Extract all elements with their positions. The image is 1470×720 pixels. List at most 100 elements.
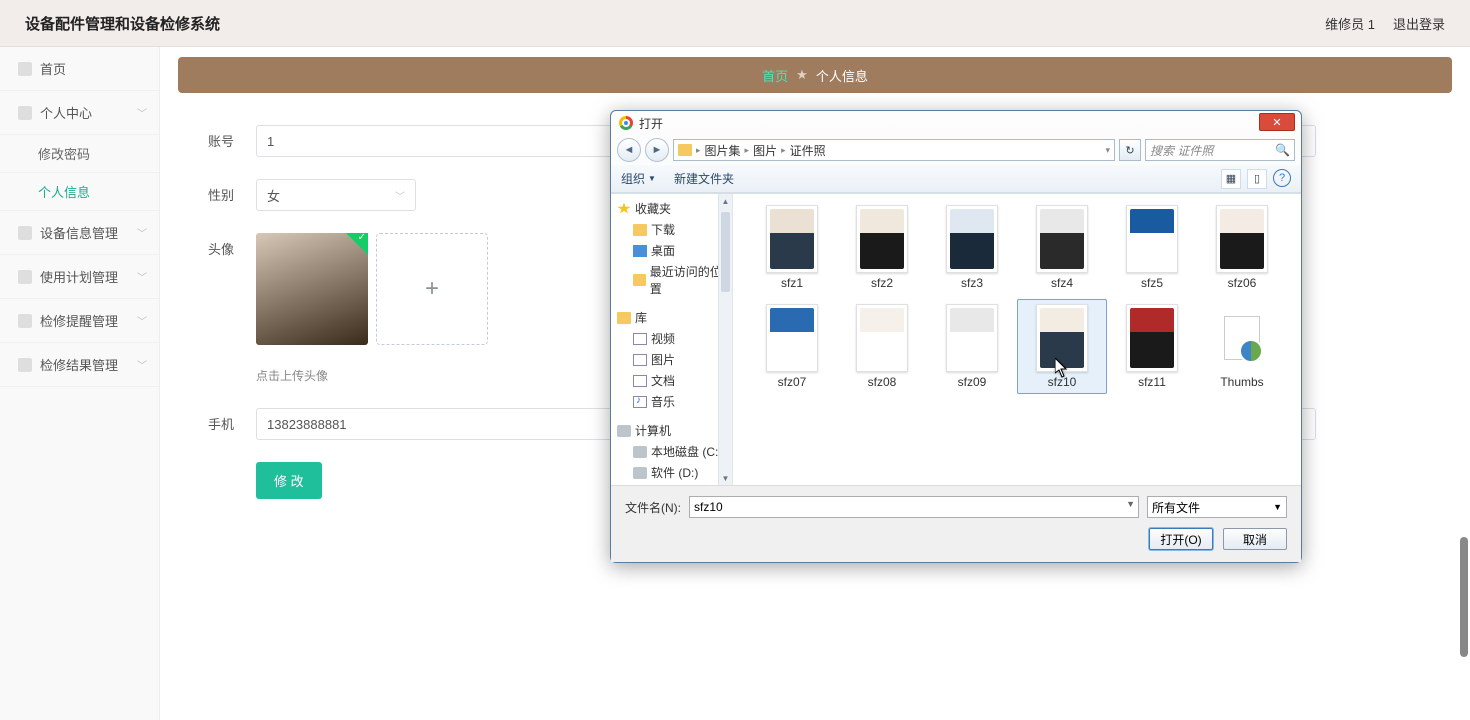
file-item[interactable]: sfz4	[1017, 200, 1107, 295]
file-name: sfz07	[778, 375, 807, 389]
nav-device-info[interactable]: 设备信息管理 ﹀	[0, 211, 159, 255]
nav-home[interactable]: 首页	[0, 47, 159, 91]
chrome-icon	[619, 116, 633, 130]
back-button[interactable]: ◄	[617, 138, 641, 162]
close-button[interactable]: ✕	[1259, 113, 1295, 131]
path-bar[interactable]: ▸ 图片集 ▸ 图片 ▸ 证件照 ▾	[673, 139, 1115, 161]
nav-usage-plan[interactable]: 使用计划管理 ﹀	[0, 255, 159, 299]
nav-personal-center[interactable]: 个人中心 ﹀	[0, 91, 159, 135]
tree-music[interactable]: 音乐	[613, 391, 730, 412]
file-open-dialog: 打开 ✕ ◄ ► ▸ 图片集 ▸ 图片 ▸ 证件照 ▾ ↻ 搜索 证件照 🔍	[610, 110, 1302, 563]
chevron-down-icon: ﹀	[137, 357, 147, 372]
path-seg[interactable]: 证件照	[790, 142, 826, 159]
help-button[interactable]: ?	[1273, 169, 1291, 187]
phone-label: 手机	[208, 408, 256, 433]
tree-favorites[interactable]: 收藏夹	[613, 198, 730, 219]
photo-thumbnail	[1216, 205, 1268, 273]
file-item[interactable]: sfz10	[1017, 299, 1107, 394]
file-item[interactable]: sfz1	[747, 200, 837, 295]
organize-menu[interactable]: 组织 ▼	[621, 170, 656, 187]
result-icon	[18, 358, 32, 372]
photo-thumbnail	[856, 304, 908, 372]
avatar-preview[interactable]	[256, 233, 368, 345]
sub-label: 修改密码	[38, 144, 90, 163]
chevron-down-icon: ▼	[648, 174, 656, 183]
gender-select[interactable]: 女 ﹀	[256, 179, 416, 211]
file-item[interactable]: sfz06	[1197, 200, 1287, 295]
tree-computer[interactable]: 计算机	[613, 420, 730, 441]
refresh-button[interactable]: ↻	[1119, 139, 1141, 161]
chevron-down-icon[interactable]: ▾	[1105, 145, 1110, 156]
nav-maintain-result[interactable]: 检修结果管理 ﹀	[0, 343, 159, 387]
logout-link[interactable]: 退出登录	[1393, 14, 1445, 33]
dialog-titlebar[interactable]: 打开 ✕	[611, 111, 1301, 135]
filetype-select[interactable]: 所有文件 ▼	[1147, 496, 1287, 518]
tree-scrollbar[interactable]: ▲ ▼	[718, 194, 732, 485]
photo-thumbnail	[1036, 205, 1088, 273]
breadcrumb-home[interactable]: 首页	[762, 66, 788, 85]
sidebar: 首页 个人中心 ﹀ 修改密码 个人信息 设备信息管理 ﹀ 使用计划管理 ﹀ 检修…	[0, 47, 160, 720]
scroll-thumb[interactable]	[721, 212, 730, 292]
folder-tree[interactable]: 收藏夹 下载 桌面 最近访问的位置 库 视频 图片 文档 音乐 计算机 本地磁盘…	[611, 194, 733, 485]
dialog-body: 收藏夹 下载 桌面 最近访问的位置 库 视频 图片 文档 音乐 计算机 本地磁盘…	[611, 193, 1301, 485]
search-input[interactable]: 搜索 证件照 🔍	[1145, 139, 1295, 161]
nav-change-password[interactable]: 修改密码	[0, 135, 159, 173]
photo-thumbnail	[1126, 205, 1178, 273]
avatar-upload-button[interactable]: +	[376, 233, 488, 345]
file-name: sfz3	[961, 276, 983, 290]
file-name: sfz09	[958, 375, 987, 389]
file-name: sfz10	[1048, 375, 1077, 389]
file-item[interactable]: sfz09	[927, 299, 1017, 394]
scroll-up-icon[interactable]: ▲	[719, 194, 732, 208]
view-mode-button[interactable]: ▦	[1221, 169, 1241, 189]
file-item[interactable]: sfz08	[837, 299, 927, 394]
photo-thumbnail	[1036, 304, 1088, 372]
tree-documents[interactable]: 文档	[613, 370, 730, 391]
tree-disk-c[interactable]: 本地磁盘 (C:)	[613, 441, 730, 462]
file-name: sfz08	[868, 375, 897, 389]
file-item[interactable]: sfz2	[837, 200, 927, 295]
file-item[interactable]: Thumbs	[1197, 299, 1287, 394]
file-name: Thumbs	[1220, 375, 1263, 389]
photo-thumbnail	[1126, 304, 1178, 372]
nav-label: 检修结果管理	[40, 355, 118, 374]
breadcrumb-current: 个人信息	[816, 66, 868, 85]
filename-input[interactable]	[689, 496, 1139, 518]
current-user[interactable]: 维修员 1	[1325, 14, 1375, 33]
file-item[interactable]: sfz3	[927, 200, 1017, 295]
preview-pane-button[interactable]: ▯	[1247, 169, 1267, 189]
thumbs-db-icon	[1216, 304, 1268, 372]
tree-pictures[interactable]: 图片	[613, 349, 730, 370]
chevron-down-icon[interactable]: ▼	[1126, 499, 1135, 509]
file-item[interactable]: sfz11	[1107, 299, 1197, 394]
forward-button[interactable]: ►	[645, 138, 669, 162]
new-folder-button[interactable]: 新建文件夹	[674, 170, 734, 187]
scroll-down-icon[interactable]: ▼	[719, 471, 732, 485]
photo-thumbnail	[946, 205, 998, 273]
tree-library[interactable]: 库	[613, 307, 730, 328]
path-sep: ▸	[745, 145, 750, 156]
chevron-down-icon: ﹀	[137, 313, 147, 328]
tree-desktop[interactable]: 桌面	[613, 240, 730, 261]
cancel-button[interactable]: 取消	[1223, 528, 1287, 550]
file-item[interactable]: sfz07	[747, 299, 837, 394]
dialog-footer: 文件名(N): ▼ 所有文件 ▼ 打开(O) 取消	[611, 485, 1301, 562]
tree-disk-d[interactable]: 软件 (D:)	[613, 462, 730, 483]
dialog-nav: ◄ ► ▸ 图片集 ▸ 图片 ▸ 证件照 ▾ ↻ 搜索 证件照 🔍	[611, 135, 1301, 165]
submit-button[interactable]: 修 改	[256, 462, 322, 499]
star-icon	[617, 203, 631, 215]
path-seg[interactable]: 图片集	[705, 142, 741, 159]
path-seg[interactable]: 图片	[753, 142, 777, 159]
page-scrollbar[interactable]	[1456, 47, 1468, 720]
tree-downloads[interactable]: 下载	[613, 219, 730, 240]
file-item[interactable]: sfz5	[1107, 200, 1197, 295]
music-icon	[633, 396, 647, 408]
tree-recent[interactable]: 最近访问的位置	[613, 261, 730, 299]
open-button[interactable]: 打开(O)	[1149, 528, 1213, 550]
nav-profile[interactable]: 个人信息	[0, 173, 159, 211]
nav-label: 设备信息管理	[40, 223, 118, 242]
tree-video[interactable]: 视频	[613, 328, 730, 349]
dialog-title: 打开	[639, 115, 663, 132]
nav-maintain-remind[interactable]: 检修提醒管理 ﹀	[0, 299, 159, 343]
scroll-thumb[interactable]	[1460, 537, 1468, 657]
